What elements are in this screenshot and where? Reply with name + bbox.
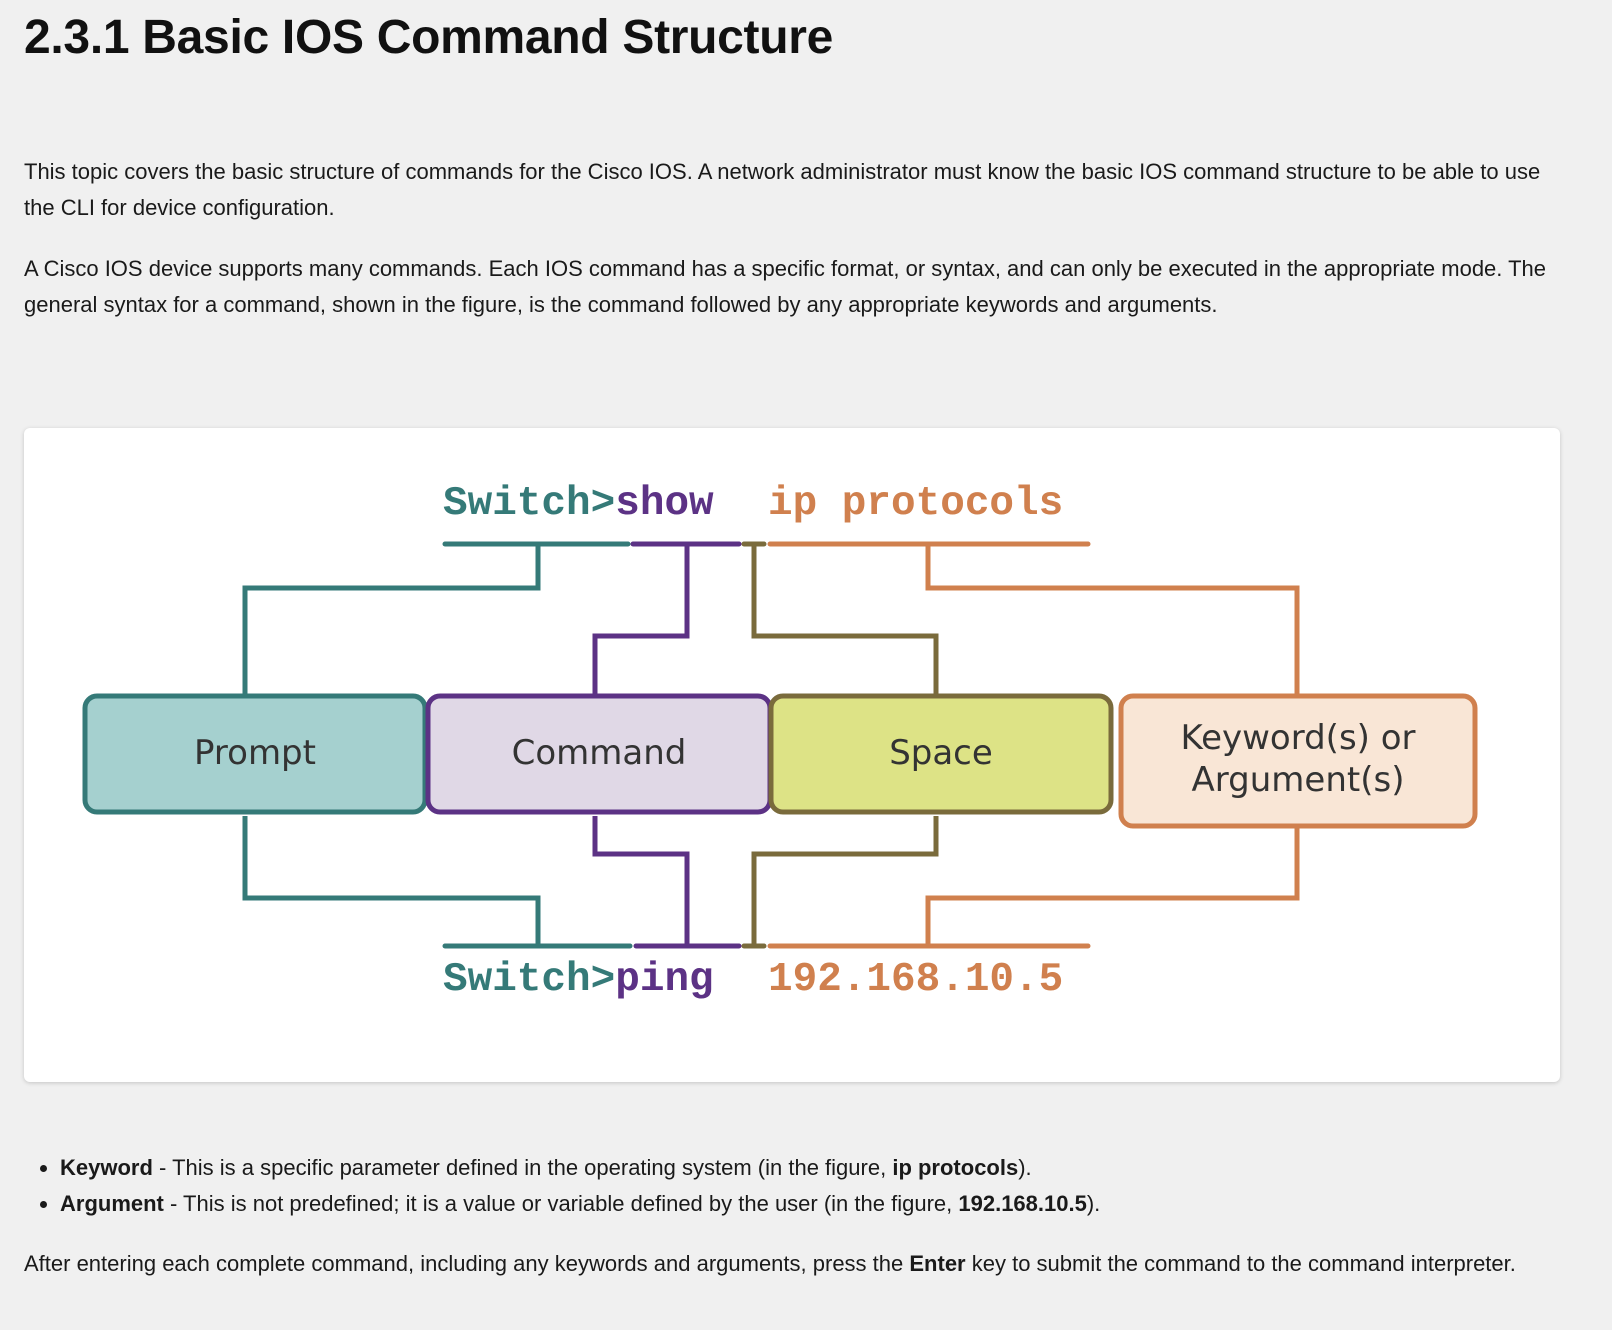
command-label: Command [512, 733, 687, 773]
syntax-paragraph: A Cisco IOS device supports many command… [24, 256, 1547, 317]
prompt-label: Prompt [194, 733, 316, 773]
top-space-connector [751, 544, 939, 696]
space-label: Space [889, 733, 993, 773]
svg-text:Switch>ping: Switch>ping [443, 957, 714, 1003]
command-structure-diagram: Switch>show ip protocols Prompt Command … [82, 481, 1478, 1003]
top-command-connector [592, 544, 690, 696]
definition-argument: Argument - This is not predefined; it is… [60, 1186, 1560, 1222]
keyword-label-line2: Argument(s) [1192, 760, 1405, 800]
enter-key-text: Enter [909, 1251, 966, 1276]
top-args-connector [925, 544, 1300, 696]
bottom-args-connector [925, 828, 1300, 946]
definition-term: Argument [60, 1191, 164, 1216]
top-prompt-text: Switch> [443, 481, 615, 527]
definition-term: Keyword [60, 1155, 153, 1180]
command-structure-figure: Switch>show ip protocols Prompt Command … [24, 428, 1560, 1082]
definition-example: 192.168.10.5 [958, 1191, 1087, 1216]
bottom-prompt-text: Switch> [443, 957, 615, 1003]
bottom-args-text: 192.168.10.5 [768, 957, 1063, 1003]
bottom-command-connector [592, 816, 690, 946]
top-prompt-connector [242, 544, 541, 696]
definition-keyword: Keyword - This is a specific parameter d… [60, 1150, 1560, 1186]
definitions-list: Keyword - This is a specific parameter d… [36, 1150, 1560, 1222]
page-title: 2.3.1 Basic IOS Command Structure [24, 11, 834, 64]
bottom-space-connector [751, 816, 939, 946]
intro-paragraph: This topic covers the basic structure of… [24, 159, 1541, 220]
bottom-prompt-connector [242, 816, 541, 946]
bottom-command-text: ping [615, 957, 713, 1003]
keyword-label-line1: Keyword(s) or [1180, 718, 1415, 758]
svg-text:Switch>show: Switch>show [443, 481, 714, 527]
enter-key-paragraph: After entering each complete command, in… [24, 1251, 1516, 1276]
top-args-text: ip protocols [768, 481, 1063, 527]
definition-example: ip protocols [892, 1155, 1019, 1180]
top-command-text: show [615, 481, 714, 527]
